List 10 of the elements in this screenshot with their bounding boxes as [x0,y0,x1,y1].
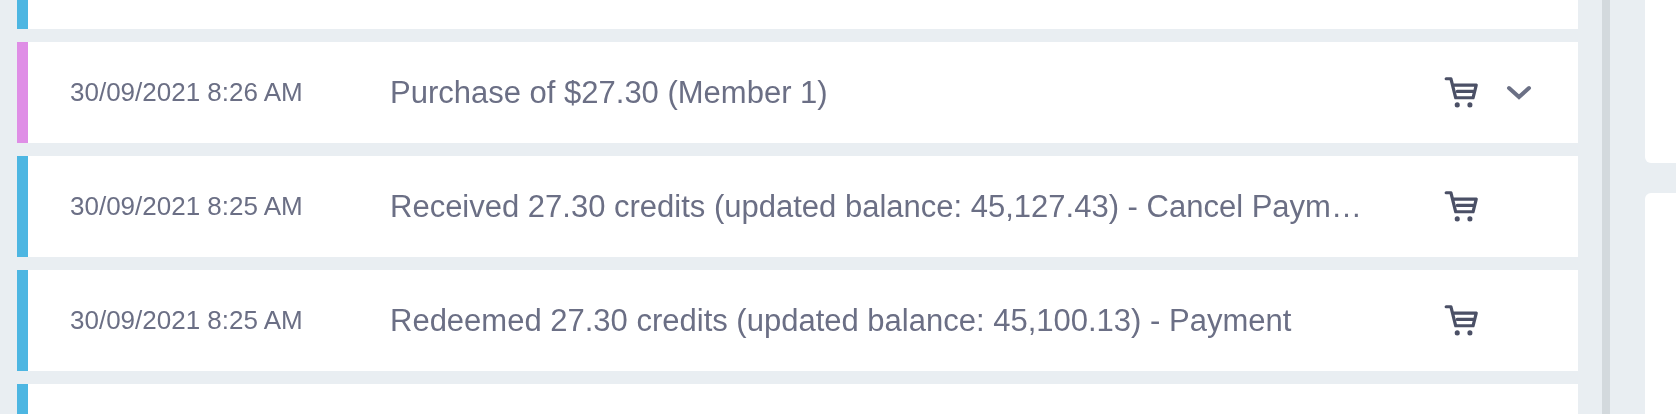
transaction-date: 30/09/2021 8:26 AM [70,77,304,108]
transaction-row[interactable]: 30/09/2021 8:25 AM Received 27.30 credits (updated balance: 45,127.43) - Cancel Paym… [17,156,1578,257]
transaction-date: 30/09/2021 8:25 AM [70,191,304,222]
transaction-description: Redeemed 27.30 credits (updated balance: 45,100.13) - Payment [390,302,1293,339]
transaction-date: 30/09/2021 8:25 AM [70,305,304,336]
chevron-down-icon[interactable] [1506,84,1532,101]
transaction-row[interactable]: 30/09/2021 8:26 AM Purchase of $27.30 (Member 1) [17,42,1578,143]
transaction-description: Received 27.30 credits (updated balance: 45,127.43) - Cancel Paym… [390,188,1363,225]
transaction-row[interactable]: 30/09/2021 8:25 AM Redeemed 27.30 credits (updated balance: 45,100.13) - Payment [17,270,1578,371]
transaction-description: Purchase of $27.30 (Member 1) [390,74,829,111]
